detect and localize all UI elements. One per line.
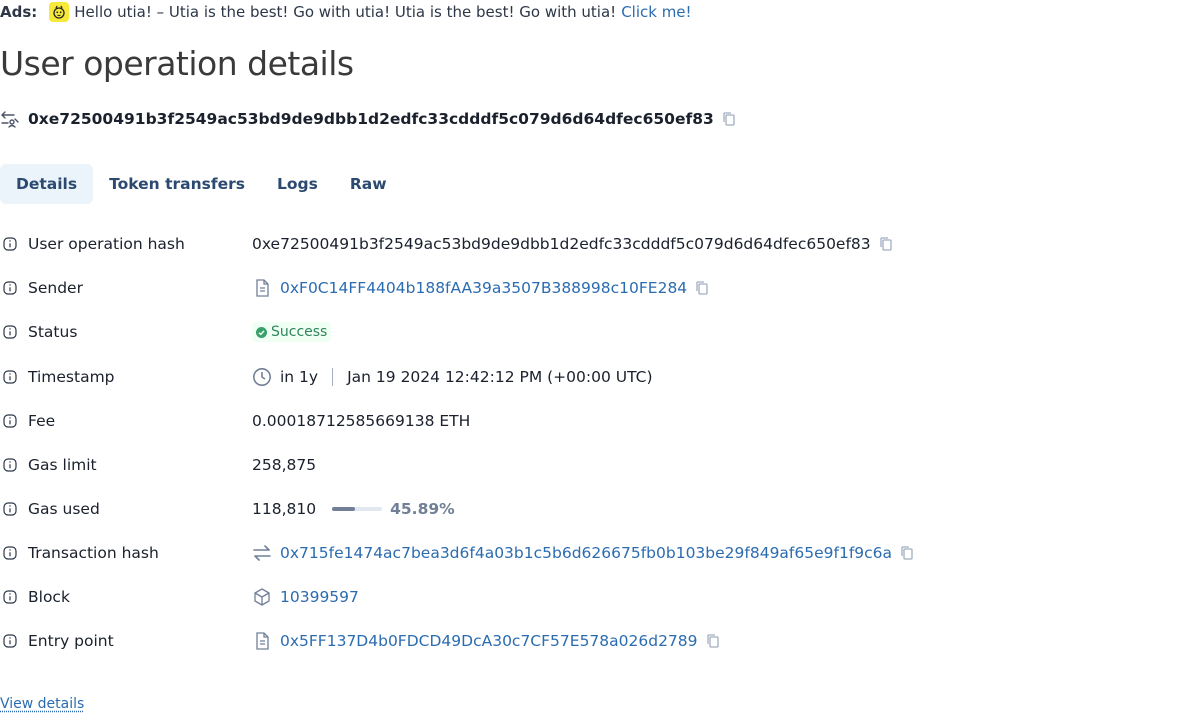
row-label: Fee [28, 412, 56, 430]
info-icon[interactable] [3, 458, 17, 472]
separator [332, 368, 334, 386]
row-entry-point: Entry point 0x5FF137D4b0FDCD49DcA30c7CF5… [0, 629, 1200, 653]
tab-logs[interactable]: Logs [261, 164, 334, 204]
clock-icon [252, 367, 272, 387]
row-timestamp: Timestamp in 1y Jan 19 2024 12:42:12 PM … [0, 365, 1200, 389]
gas-limit-value: 258,875 [252, 456, 317, 474]
tab-bar: Details Token transfers Logs Raw [0, 164, 403, 204]
gas-used-value: 118,810 [252, 500, 317, 518]
ads-click-link[interactable]: Click me! [621, 3, 691, 21]
ads-text: Hello utia! – Utia is the best! Go with … [74, 3, 617, 21]
sender-address-link[interactable]: 0xF0C14FF4404b188fAA39a3507B388998c10FE2… [280, 279, 687, 297]
utia-logo-icon[interactable] [49, 2, 70, 22]
status-text: Success [271, 324, 328, 340]
contract-icon [252, 278, 272, 298]
row-label: Timestamp [28, 368, 115, 386]
row-label: Status [28, 323, 78, 341]
info-icon[interactable] [3, 281, 17, 295]
timestamp-relative: in 1y [280, 368, 319, 386]
copy-icon[interactable] [705, 633, 721, 649]
info-icon[interactable] [3, 414, 17, 428]
gas-usage-bar [332, 507, 383, 511]
transaction-icon [252, 543, 272, 563]
info-icon[interactable] [3, 546, 17, 560]
contract-icon [252, 631, 272, 651]
info-icon[interactable] [3, 237, 17, 251]
row-label: Gas used [28, 500, 100, 518]
row-status: Status Success [0, 320, 1200, 344]
info-icon[interactable] [3, 502, 17, 516]
row-gas-used: Gas used 118,810 45.89% [0, 497, 1200, 521]
gas-usage-bar-fill [332, 507, 356, 511]
row-label: Entry point [28, 632, 114, 650]
row-label: Transaction hash [28, 544, 159, 562]
info-icon[interactable] [3, 325, 17, 339]
entry-point-address-link[interactable]: 0x5FF137D4b0FDCD49DcA30c7CF57E578a026d27… [280, 632, 698, 650]
row-label: Sender [28, 279, 83, 297]
timestamp-absolute: Jan 19 2024 12:42:12 PM (+00:00 UTC) [347, 368, 653, 386]
row-label: Block [28, 588, 70, 606]
ads-banner: Ads: Hello utia! – Utia is the best! Go … [0, 0, 692, 24]
view-details-link[interactable]: View details [0, 696, 84, 712]
copy-icon[interactable] [899, 545, 915, 561]
copy-icon[interactable] [694, 280, 710, 296]
row-label: Gas limit [28, 456, 97, 474]
info-icon[interactable] [3, 590, 17, 604]
block-number-link[interactable]: 10399597 [280, 588, 359, 606]
info-icon[interactable] [3, 370, 17, 384]
row-block: Block 10399597 [0, 585, 1200, 609]
row-fee: Fee 0.00018712585669138 ETH [0, 409, 1200, 433]
tab-raw[interactable]: Raw [334, 164, 403, 204]
user-op-hash-value: 0xe72500491b3f2549ac53bd9de9dbb1d2edfc33… [252, 235, 871, 253]
row-transaction-hash: Transaction hash 0x715fe1474ac7bea3d6f4a… [0, 541, 1200, 565]
fee-value: 0.00018712585669138 ETH [252, 412, 471, 430]
transaction-hash-link[interactable]: 0x715fe1474ac7bea3d6f4a03b1c5b6d626675fb… [280, 544, 892, 562]
status-badge: Success [252, 322, 332, 342]
row-label: User operation hash [28, 235, 185, 253]
block-icon [252, 587, 272, 607]
row-gas-limit: Gas limit 258,875 [0, 453, 1200, 477]
page-title: User operation details [0, 44, 354, 83]
op-hash: 0xe72500491b3f2549ac53bd9de9dbb1d2edfc33… [28, 110, 714, 128]
tab-details[interactable]: Details [0, 164, 94, 204]
op-hash-header: 0xe72500491b3f2549ac53bd9de9dbb1d2edfc33… [0, 107, 737, 131]
copy-icon[interactable] [878, 236, 894, 252]
check-circle-icon [256, 326, 267, 338]
tab-token-transfers[interactable]: Token transfers [93, 164, 261, 204]
info-icon[interactable] [3, 634, 17, 648]
ads-label: Ads: [0, 3, 38, 21]
copy-icon[interactable] [721, 111, 737, 127]
gas-used-percent: 45.89% [390, 500, 455, 518]
user-operation-icon [0, 109, 20, 129]
row-user-operation-hash: User operation hash 0xe72500491b3f2549ac… [0, 232, 1200, 256]
row-sender: Sender 0xF0C14FF4404b188fAA39a3507B38899… [0, 276, 1200, 300]
